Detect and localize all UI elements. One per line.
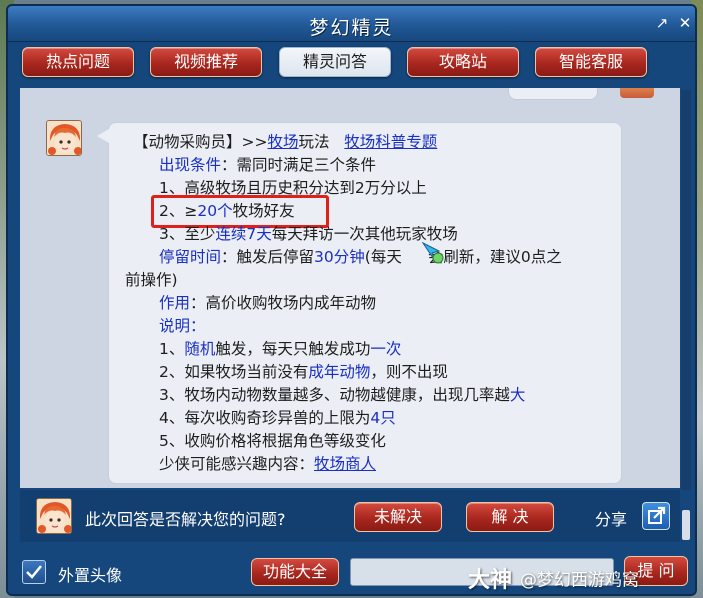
related-label: 少侠可能感兴趣内容：: [159, 455, 315, 473]
cond3-prefix: 3、至少: [159, 225, 216, 243]
external-avatar-label: 外置头像: [58, 566, 123, 585]
tab-video-recommend[interactable]: 视频推荐: [150, 47, 262, 77]
note-colon: ：: [190, 317, 206, 335]
usage-label: 作用: [159, 294, 191, 312]
tab-bar: 热点问题 视频推荐 精灵问答 攻略站 智能客服: [22, 47, 682, 79]
link-ranch-guide[interactable]: 牧场科普专题: [344, 133, 437, 151]
tab-hot-questions[interactable]: 热点问题: [22, 47, 134, 77]
share-button[interactable]: [642, 502, 670, 530]
function-list-button[interactable]: 功能大全: [251, 558, 339, 586]
condition-heading: 出现条件：需同时满足三个条件: [159, 154, 376, 176]
share-icon: [648, 506, 666, 524]
answer-bubble: 【动物采购员】>>牧场玩法 牧场科普专题 出现条件：需同时满足三个条件 1、高级…: [97, 122, 622, 484]
check-icon: [26, 565, 42, 579]
link-ranch[interactable]: 牧场: [267, 133, 298, 151]
related-line: 少侠可能感兴趣内容：牧场商人: [159, 453, 376, 475]
sprite-avatar-icon: [47, 121, 81, 155]
bubble-tail: [97, 129, 109, 143]
note1-mid: 触发，每天只触发成功: [215, 340, 371, 358]
note-heading: 说明：: [159, 315, 206, 337]
feedback-bar: 此次回答是否解决您的问题? 未解决 解 决 分享: [20, 490, 680, 542]
condition-text: ：需同时满足三个条件: [221, 156, 377, 174]
scroll-thumb[interactable]: [682, 510, 690, 540]
stay-time-line: 停留时间：触发后停留30分钟(每天 会刷新，建议0点之: [159, 246, 562, 268]
previous-message-bubble: [508, 88, 598, 100]
previous-message-icon: [620, 88, 654, 98]
note-item-3: 3、牧场内动物数量越多、动物越健康，出现几率越大: [159, 384, 525, 406]
feedback-avatar: [36, 498, 72, 534]
note1-once: 一次: [370, 340, 402, 358]
close-icon[interactable]: ✕: [676, 14, 694, 32]
note-item-4: 4、每次收购奇珍异兽的上限为4只: [159, 407, 396, 429]
header-prefix: 【动物采购员】>>: [133, 133, 268, 151]
usage-text: ：高价收购牧场内成年动物: [190, 294, 377, 312]
solved-button[interactable]: 解 决: [466, 502, 554, 532]
cond3-value: 连续7天: [215, 225, 272, 243]
note3-prefix: 3、牧场内动物数量越多、动物越健康，出现几率越: [159, 386, 510, 404]
note-item-1: 1、随机触发，每天只触发成功一次: [159, 338, 401, 360]
note3-value: 大: [509, 386, 526, 404]
feedback-avatar-icon: [37, 499, 71, 533]
window-title: 梦幻精灵: [309, 17, 394, 39]
usage-line: 作用：高价收购牧场内成年动物: [159, 292, 376, 314]
tab-sprite-qa[interactable]: 精灵问答: [279, 47, 391, 77]
stay-text-3: 会刷新，建议0点之: [427, 248, 562, 266]
header-mid: 玩法: [298, 133, 330, 151]
stay-label: 停留时间: [159, 248, 222, 266]
watermark-author: @梦幻西游鸡窝: [520, 570, 640, 591]
note4-prefix: 4、每次收购奇珍异兽的上限为: [159, 409, 371, 427]
watermark: 大神 @梦幻西游鸡窝: [468, 562, 640, 593]
stay-text-2: (每天: [364, 248, 402, 266]
stay-text-1: ：触发后停留: [221, 248, 315, 266]
tab-smart-service[interactable]: 智能客服: [535, 47, 647, 77]
external-avatar-checkbox[interactable]: [22, 560, 46, 584]
note-item-5: 5、收购价格将根据角色等级变化: [159, 432, 386, 450]
link-ranch-merchant[interactable]: 牧场商人: [314, 455, 376, 473]
watermark-brand: 大神: [468, 568, 513, 593]
dialog-window: 梦幻精灵 ↗ ✕ 热点问题 视频推荐 精灵问答 攻略站 智能客服 【动物采购员】…: [6, 4, 697, 596]
condition-item-3: 3、至少连续7天每天拜访一次其他玩家牧场: [159, 223, 458, 245]
note-item-2: 2、如果牧场当前没有成年动物，则不出现: [159, 361, 448, 383]
condition-label: 出现条件: [159, 156, 222, 174]
stay-value: 30分钟: [314, 248, 365, 266]
feedback-question: 此次回答是否解决您的问题?: [85, 510, 286, 529]
note1-prefix: 1、: [159, 340, 185, 358]
unsolved-button[interactable]: 未解决: [354, 502, 442, 532]
chat-content[interactable]: 【动物采购员】>>牧场玩法 牧场科普专题 出现条件：需同时满足三个条件 1、高级…: [20, 88, 680, 488]
sprite-avatar: [46, 120, 82, 156]
stay-time-line-2: 前操作): [125, 271, 178, 289]
tab-guide-station[interactable]: 攻略站: [407, 47, 519, 77]
note2-prefix: 2、如果牧场当前没有: [159, 363, 309, 381]
content-scrollbar[interactable]: [681, 90, 691, 540]
title-bar: 梦幻精灵 ↗ ✕: [8, 6, 695, 42]
share-label: 分享: [595, 510, 628, 529]
note1-random: 随机: [184, 340, 216, 358]
sparkle-cursor-icon: [421, 241, 444, 264]
note-label: 说明: [159, 317, 191, 335]
restore-icon[interactable]: ↗: [653, 14, 671, 32]
answer-header: 【动物采购员】>>牧场玩法 牧场科普专题: [133, 131, 437, 153]
note2-value: 成年动物: [308, 363, 371, 381]
note2-suffix: ，则不出现: [370, 363, 448, 381]
note4-value: 4只: [370, 409, 396, 427]
